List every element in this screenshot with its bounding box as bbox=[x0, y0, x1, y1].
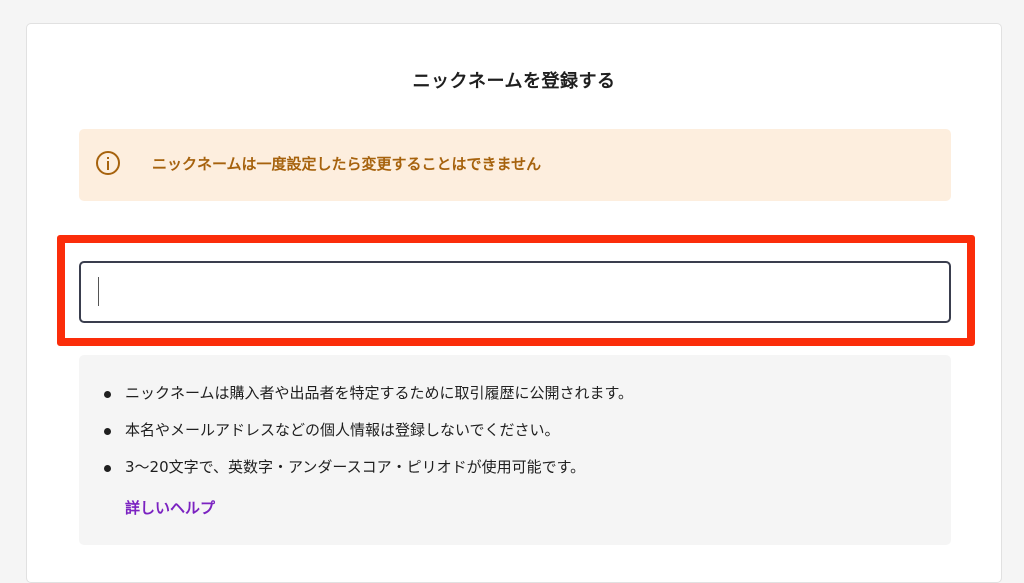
text-caret bbox=[98, 277, 99, 306]
nickname-registration-card: ニックネームを登録する ニックネームは一度設定したら変更することはできません ニ… bbox=[26, 23, 1002, 583]
guideline-item: ニックネームは購入者や出品者を特定するために取引履歴に公開されます。 bbox=[125, 384, 634, 402]
bullet-3 bbox=[104, 465, 111, 472]
guideline-item: 3〜20文字で、英数字・アンダースコア・ピリオドが使用可能です。 bbox=[125, 458, 586, 476]
bullet-1 bbox=[104, 391, 111, 398]
notice-text: ニックネームは一度設定したら変更することはできません bbox=[152, 155, 542, 173]
info-icon bbox=[96, 151, 120, 175]
help-link[interactable]: 詳しいヘルプ bbox=[125, 497, 215, 518]
bullet-2 bbox=[104, 428, 111, 435]
nickname-input[interactable] bbox=[79, 261, 951, 323]
guideline-item: 本名やメールアドレスなどの個人情報は登録しないでください。 bbox=[125, 421, 560, 439]
page-title: ニックネームを登録する bbox=[412, 71, 616, 92]
guidelines-box: ニックネームは購入者や出品者を特定するために取引履歴に公開されます。 本名やメー… bbox=[79, 355, 951, 545]
notice-banner: ニックネームは一度設定したら変更することはできません bbox=[79, 129, 951, 201]
